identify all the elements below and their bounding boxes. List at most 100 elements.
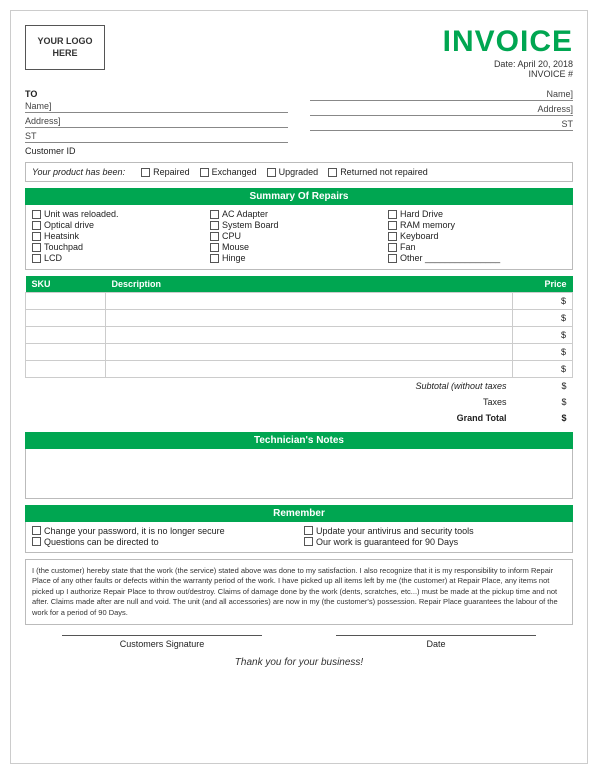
cb3-1[interactable] [388,210,397,219]
desc-cell [106,310,513,327]
repair-item: System Board [210,220,388,230]
thank-you: Thank you for your business! [25,657,573,668]
upgraded-checkbox[interactable] [267,168,276,177]
repairs-col-3: Hard Drive RAM memory Keyboard Fan Other… [388,209,566,264]
returned-checkbox[interactable] [328,168,337,177]
cb1-5[interactable] [32,254,41,263]
sku-cell [26,293,106,310]
desc-cell [106,361,513,378]
customer-sig-label: Customers Signature [62,639,262,649]
price-cell: $ [513,344,573,361]
customer-sig-block: Customers Signature [62,635,262,649]
product-status-label: Your product has been: [32,167,125,177]
cb2-1[interactable] [210,210,219,219]
date-line [336,635,536,636]
cb3-5[interactable] [388,254,397,263]
taxes-value: $ [513,394,573,410]
cb3-3[interactable] [388,232,397,241]
rem-cb-3[interactable] [304,526,313,535]
repair-item: Hard Drive [388,209,566,219]
remember-item: Change your password, it is no longer se… [32,526,294,536]
repaired-option: Repaired [141,167,190,177]
invoice-page: YOUR LOGO HERE INVOICE Date: April 20, 2… [10,10,588,764]
repair-item: Fan [388,242,566,252]
repairs-col-2: AC Adapter System Board CPU Mouse Hinge [210,209,388,264]
repair-item: Heatsink [32,231,210,241]
repair-item: LCD [32,253,210,263]
repair-item: Keyboard [388,231,566,241]
invoice-title-block: INVOICE Date: April 20, 2018 INVOICE # [443,25,573,79]
cb3-2[interactable] [388,221,397,230]
price-cell: $ [513,327,573,344]
cb1-1[interactable] [32,210,41,219]
cb3-4[interactable] [388,243,397,252]
remember-header: Remember [25,505,573,522]
table-row: $ [26,327,573,344]
cb1-3[interactable] [32,232,41,241]
tech-notes-body[interactable] [25,449,573,499]
repair-item: CPU [210,231,388,241]
table-row: $ [26,361,573,378]
rem-cb-4[interactable] [304,537,313,546]
repairs-col-1: Unit was reloaded. Optical drive Heatsin… [32,209,210,264]
remember-item: Questions can be directed to [32,537,294,547]
header: YOUR LOGO HERE INVOICE Date: April 20, 2… [25,25,573,79]
sig-line [62,635,262,636]
to-name: Name] [25,101,288,113]
sku-cell [26,327,106,344]
taxes-label: Taxes [26,394,513,410]
repair-item: Unit was reloaded. [32,209,210,219]
grand-total-label: Grand Total [26,410,513,426]
cb2-5[interactable] [210,254,219,263]
cb2-4[interactable] [210,243,219,252]
to-label: TO [25,89,288,99]
from-address: Address] [310,104,573,116]
logo: YOUR LOGO HERE [25,25,105,70]
remember-section: Remember Change your password, it is no … [25,505,573,553]
repaired-checkbox[interactable] [141,168,150,177]
remember-col-2: Update your antivirus and security tools… [304,526,566,548]
cb1-2[interactable] [32,221,41,230]
invoice-number: INVOICE # [443,69,573,79]
remember-col-1: Change your password, it is no longer se… [32,526,294,548]
cb1-4[interactable] [32,243,41,252]
customer-id: Customer ID [25,146,288,156]
remember-item: Update your antivirus and security tools [304,526,566,536]
sku-cell [26,361,106,378]
subtotal-label: Subtotal (without taxes [26,378,513,394]
date-sig-block: Date [336,635,536,649]
subtotal-value: $ [513,378,573,394]
table-row: $ [26,310,573,327]
returned-option: Returned not repaired [328,167,428,177]
table-row: $ [26,344,573,361]
desc-cell [106,344,513,361]
from-section: Name] Address] ST [310,89,573,156]
remember-grid: Change your password, it is no longer se… [25,522,573,553]
price-cell: $ [513,361,573,378]
price-col-header: Price [513,276,573,293]
sku-cell [26,310,106,327]
sku-col-header: SKU [26,276,106,293]
from-st: ST [310,119,573,131]
rem-cb-2[interactable] [32,537,41,546]
signature-area: Customers Signature Date [25,635,573,649]
repair-item: RAM memory [388,220,566,230]
to-address: Address] [25,116,288,128]
exchanged-checkbox[interactable] [200,168,209,177]
repair-item: Other _______________ [388,253,566,263]
price-cell: $ [513,310,573,327]
price-cell: $ [513,293,573,310]
rem-cb-1[interactable] [32,526,41,535]
summary-section: Summary Of Repairs Unit was reloaded. Op… [25,188,573,270]
cb2-2[interactable] [210,221,219,230]
repairs-grid: Unit was reloaded. Optical drive Heatsin… [25,205,573,270]
remember-item: Our work is guaranteed for 90 Days [304,537,566,547]
tech-notes-header: Technician's Notes [25,432,573,449]
cb2-3[interactable] [210,232,219,241]
repair-item: Optical drive [32,220,210,230]
repair-item: Touchpad [32,242,210,252]
desc-cell [106,327,513,344]
desc-cell [106,293,513,310]
exchanged-option: Exchanged [200,167,257,177]
repair-item: AC Adapter [210,209,388,219]
